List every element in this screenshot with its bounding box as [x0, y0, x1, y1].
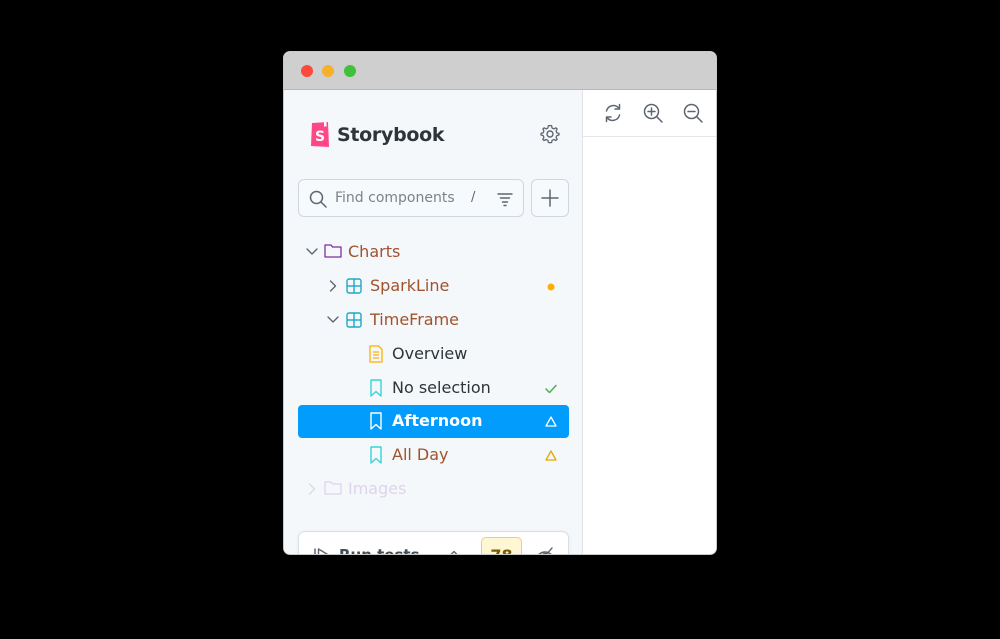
plus-icon — [541, 189, 559, 207]
testing-module: Run tests 78 — [298, 531, 569, 555]
tree-story-all-day[interactable]: All Day — [298, 439, 569, 472]
tree-label: Charts — [348, 242, 401, 261]
tree-story-afternoon[interactable]: Afternoon — [298, 405, 569, 438]
chevron-right-icon — [308, 483, 316, 495]
folder-icon — [324, 244, 342, 258]
tree-label: No selection — [392, 378, 491, 397]
brand-name: Storybook — [337, 124, 445, 146]
folder-icon — [324, 481, 342, 495]
bookmark-icon — [370, 412, 382, 430]
filter-icon[interactable] — [495, 189, 515, 209]
document-icon — [369, 345, 383, 363]
test-count-badge[interactable]: 78 — [481, 537, 522, 554]
tree-group-images[interactable]: Images — [298, 473, 569, 506]
close-window-button[interactable] — [301, 65, 313, 77]
svg-text:S: S — [315, 129, 325, 145]
bookmark-icon — [370, 446, 382, 464]
run-tests-button[interactable]: Run tests — [339, 546, 420, 554]
maximize-window-button[interactable] — [344, 65, 356, 77]
reload-icon[interactable] — [602, 102, 624, 124]
component-grid-icon — [346, 312, 362, 328]
tree-label: Afternoon — [392, 411, 483, 430]
search-icon — [309, 190, 327, 208]
tree-component-sparkline[interactable]: SparkLine — [298, 270, 569, 303]
chevron-down-icon — [306, 248, 318, 255]
sidebar: S Storybook Find components / Charts Spa… — [284, 90, 583, 555]
tree-label: Overview — [392, 344, 468, 363]
status-warning-triangle-icon — [545, 450, 557, 461]
chevron-down-icon — [327, 316, 339, 323]
add-story-button[interactable] — [531, 179, 569, 217]
window-titlebar — [284, 52, 716, 90]
status-pending-dot-icon — [547, 283, 555, 291]
chevron-up-icon[interactable] — [448, 547, 460, 555]
status-pass-check-icon — [545, 384, 557, 394]
accessibility-vision-icon[interactable] — [535, 545, 555, 555]
status-warning-triangle-icon — [545, 416, 557, 427]
storybook-logo-icon: S — [311, 122, 329, 147]
tree-doc-overview[interactable]: Overview — [298, 338, 569, 371]
play-all-icon — [314, 548, 329, 554]
search-shortcut-hint: / — [471, 190, 476, 205]
minimize-window-button[interactable] — [322, 65, 334, 77]
preview-area — [583, 90, 716, 554]
tree-label: Images — [348, 479, 407, 498]
preview-toolbar — [583, 90, 716, 137]
tree-label: All Day — [392, 445, 449, 464]
tree-story-no-selection[interactable]: No selection — [298, 372, 569, 405]
storybook-window: S Storybook Find components / Charts Spa… — [283, 51, 717, 555]
search-input[interactable]: Find components — [335, 190, 455, 206]
zoom-out-icon[interactable] — [682, 102, 704, 124]
component-grid-icon — [346, 278, 362, 294]
zoom-in-icon[interactable] — [642, 102, 664, 124]
tree-label: SparkLine — [370, 276, 450, 295]
brand-logo[interactable]: S Storybook — [310, 121, 445, 149]
chevron-right-icon — [329, 280, 337, 292]
tree-group-charts[interactable]: Charts — [298, 236, 569, 269]
bookmark-icon — [370, 379, 382, 397]
settings-gear-icon[interactable] — [539, 123, 561, 145]
search-box[interactable]: Find components / — [298, 179, 524, 217]
tree-component-timeframe[interactable]: TimeFrame — [298, 304, 569, 337]
tree-label: TimeFrame — [370, 310, 460, 329]
